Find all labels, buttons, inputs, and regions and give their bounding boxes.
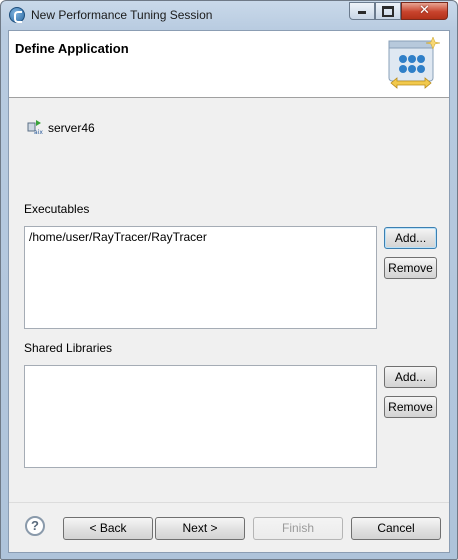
back-button[interactable]: < Back <box>63 517 153 540</box>
minimize-icon <box>358 11 366 14</box>
shared-libraries-list[interactable] <box>24 365 377 468</box>
cancel-button[interactable]: Cancel <box>351 517 441 540</box>
remove-executable-button[interactable]: Remove <box>384 257 437 279</box>
executables-label: Executables <box>24 202 90 216</box>
wizard-header: Define Application <box>9 31 449 98</box>
window-title: New Performance Tuning Session <box>31 8 213 22</box>
close-button[interactable]: ✕ <box>401 2 448 20</box>
remove-library-button[interactable]: Remove <box>384 396 437 418</box>
wizard-banner-icon <box>388 36 441 89</box>
close-icon: ✕ <box>419 3 430 18</box>
page-title: Define Application <box>15 41 129 56</box>
minimize-button[interactable] <box>349 2 375 20</box>
dialog-client-area: Define Application aix server46 Executab… <box>8 30 450 553</box>
wizard-content: aix server46 Executables /home/user/RayT… <box>9 98 449 502</box>
help-icon[interactable]: ? <box>25 516 45 536</box>
title-bar[interactable]: New Performance Tuning Session ✕ <box>1 1 457 29</box>
app-icon <box>9 7 25 23</box>
finish-button[interactable]: Finish <box>253 517 343 540</box>
maximize-button[interactable] <box>375 2 401 20</box>
add-executable-button[interactable]: Add... <box>384 227 437 249</box>
aix-server-icon: aix <box>27 120 43 135</box>
next-button[interactable]: Next > <box>155 517 245 540</box>
add-library-button[interactable]: Add... <box>384 366 437 388</box>
list-item[interactable]: /home/user/RayTracer/RayTracer <box>29 230 372 245</box>
svg-text:aix: aix <box>34 129 43 135</box>
footer-divider <box>9 502 449 503</box>
shared-libraries-label: Shared Libraries <box>24 341 113 355</box>
server-name: server46 <box>48 121 95 135</box>
dialog-window: New Performance Tuning Session ✕ Define … <box>0 0 458 560</box>
maximize-icon <box>382 6 394 17</box>
executables-list[interactable]: /home/user/RayTracer/RayTracer <box>24 226 377 329</box>
